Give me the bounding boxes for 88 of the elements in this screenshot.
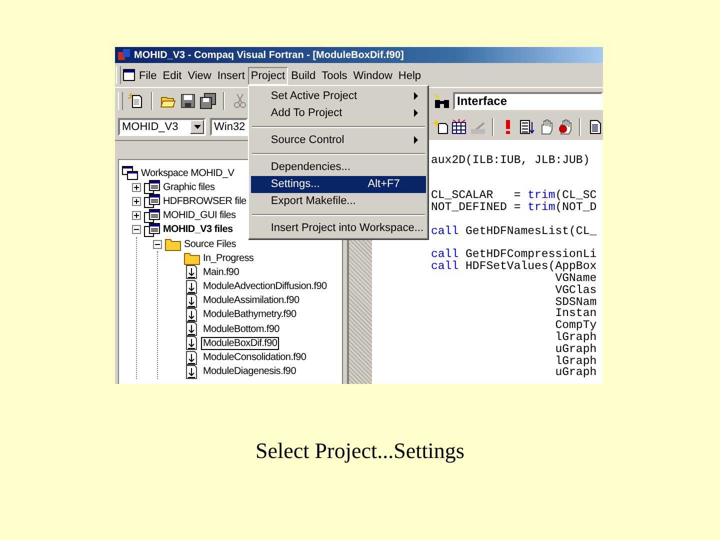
new-file-icon[interactable]: [128, 93, 144, 109]
tree-item[interactable]: HDFBROWSER file: [161, 194, 248, 208]
tree-item[interactable]: Source Files: [182, 238, 238, 251]
menu-item[interactable]: Project: [248, 66, 288, 84]
collapse-icon[interactable]: [153, 240, 162, 249]
file-icon: [184, 336, 200, 350]
code-line: uGraph: [554, 367, 597, 380]
tree-item[interactable]: ModuleBathymetry.f90: [201, 308, 298, 322]
file-icon: [184, 350, 200, 365]
menu-item[interactable]: View: [184, 66, 214, 84]
tree-item[interactable]: ModuleAssimilation.f90: [201, 294, 302, 308]
project-icon: [144, 194, 160, 208]
menu-item[interactable]: Tools: [318, 66, 350, 84]
workspace-icon: [122, 166, 138, 180]
code-line: NOT_DEFINED = trim(NOT_D: [431, 202, 597, 214]
menu-item[interactable]: Help: [395, 66, 424, 84]
folder-icon: [184, 251, 200, 266]
shortcut-label: Alt+F7: [368, 178, 400, 190]
config-combo[interactable]: Win32: [210, 118, 248, 136]
menu-item[interactable]: Window: [350, 66, 396, 84]
tree-item[interactable]: Graphic files: [161, 180, 217, 194]
project-icon: [144, 208, 160, 223]
tree-item[interactable]: MOHID_GUI files: [161, 209, 238, 222]
code-line: CL_SCALAR = trim(CL_SC: [431, 190, 597, 202]
menu-item[interactable]: Insert: [214, 66, 248, 84]
binoculars-icon[interactable]: [434, 93, 450, 109]
code-line: call HDFSetValues(AppBox: [431, 261, 597, 273]
menu-item[interactable]: Add To Project: [250, 104, 426, 122]
file-icon: [184, 265, 200, 280]
submenu-arrow-icon: [414, 136, 418, 144]
menu-item[interactable]: Source Control: [250, 132, 426, 148]
file-icon: [184, 308, 200, 322]
code-line: SDSNam: [554, 296, 597, 308]
save-all-icon[interactable]: [200, 93, 216, 109]
menu-item[interactable]: File: [136, 66, 160, 84]
window-title: MOHID_V3 - Compaq Visual Fortran - [ModuleBoxDif.f90]: [134, 50, 404, 60]
folder-icon: [165, 237, 181, 252]
document-icon[interactable]: [122, 68, 136, 82]
menu-item[interactable]: Export Makefile...: [250, 192, 426, 210]
tree-item[interactable]: ModuleDiagenesis.f90: [201, 365, 298, 378]
tree-item[interactable]: ModuleBottom.f90: [201, 322, 282, 336]
expand-icon[interactable]: [132, 196, 141, 206]
menu-item[interactable]: Settings... Alt+F7: [250, 176, 426, 192]
tree-item[interactable]: ModuleBoxDif.f90: [201, 336, 280, 350]
app-icon: [117, 48, 131, 62]
code-line: call GetHDFNamesList(CL_: [431, 226, 597, 238]
menu-item[interactable]: Set Active Project: [250, 88, 426, 104]
tree-item[interactable]: Workspace MOHID_V: [139, 166, 236, 180]
tree-item[interactable]: ModuleAdvectionDiffusion.f90: [201, 280, 329, 294]
page-icon[interactable]: [587, 119, 603, 135]
dropdown-button[interactable]: [190, 120, 204, 134]
code-line: VGName: [554, 272, 597, 285]
collapse-icon[interactable]: [132, 225, 141, 234]
code-line: lGraph: [554, 332, 597, 344]
code-line: lGraph: [554, 356, 597, 368]
list-arrow-icon[interactable]: [519, 119, 535, 135]
menu-item[interactable]: Insert Project into Workspace...: [250, 220, 426, 236]
page-star-icon[interactable]: [432, 119, 448, 135]
submenu-arrow-icon: [414, 109, 418, 117]
code-line: VGClas: [554, 284, 597, 297]
find-combo[interactable]: Interface: [453, 92, 603, 110]
file-icon: [184, 364, 200, 379]
slide-caption: Select Project...Settings: [254, 438, 466, 464]
grid-icon[interactable]: [451, 119, 467, 135]
project-icon: [144, 180, 160, 194]
expand-icon[interactable]: [132, 182, 141, 192]
submenu-arrow-icon: [414, 92, 418, 100]
caret-icon: [194, 125, 200, 129]
save-icon[interactable]: [180, 93, 196, 109]
file-icon: [184, 280, 200, 294]
file-icon: [184, 322, 200, 336]
tree-item[interactable]: Main.f90: [201, 266, 241, 279]
code-line: CompTy: [554, 320, 597, 332]
code-line: uGraph: [554, 344, 597, 356]
project-combo[interactable]: MOHID_V3: [118, 118, 206, 136]
tree-item[interactable]: ModuleConsolidation.f90: [201, 351, 308, 364]
code-line: aux2D(ILB:IUB, JLB:JUB): [431, 155, 590, 167]
hand-stop-icon[interactable]: [557, 119, 573, 135]
code-line: call GetHDFCompressionLi: [431, 249, 597, 262]
file-icon: [184, 294, 200, 308]
expand-icon[interactable]: [132, 211, 141, 220]
project-icon: [144, 222, 160, 237]
tree-item[interactable]: In_Progress: [201, 252, 256, 265]
menu-item[interactable]: Dependencies...: [250, 158, 426, 176]
menu-item[interactable]: Build: [288, 66, 319, 84]
menu-item[interactable]: Edit: [160, 66, 185, 84]
tree-item[interactable]: MOHID_V3 files: [161, 223, 235, 236]
code-line: Instan: [554, 308, 597, 320]
